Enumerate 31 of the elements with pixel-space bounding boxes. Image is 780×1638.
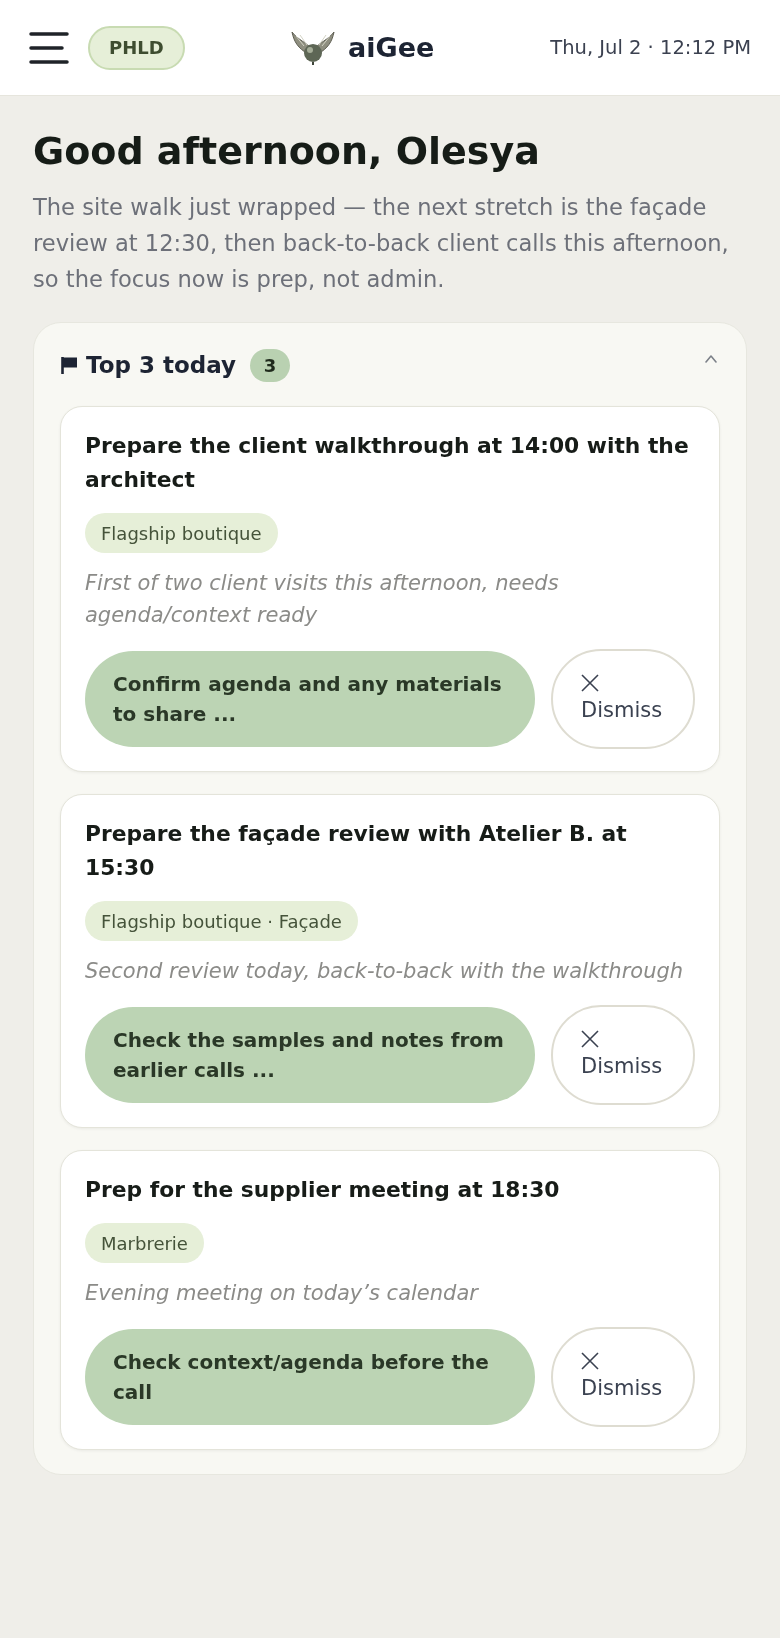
task-note: Second review today, back-to-back with the walkthrough bbox=[85, 958, 685, 985]
project-tag: Flagship boutique · Façade bbox=[85, 901, 358, 941]
action-button[interactable]: Check the samples and notes from earlier calls ... bbox=[85, 1007, 535, 1103]
count-badge: 3 bbox=[250, 348, 290, 382]
dismiss-button[interactable]: Dismiss bbox=[551, 649, 695, 749]
dismiss-button[interactable]: Dismiss bbox=[551, 1005, 695, 1105]
close-icon bbox=[581, 1352, 599, 1370]
action-button[interactable]: Confirm agenda and any materials to share ... bbox=[85, 651, 535, 747]
dismiss-button[interactable]: Dismiss bbox=[551, 1327, 695, 1427]
flag-icon bbox=[61, 355, 78, 375]
project-badge: PHLD bbox=[88, 25, 185, 70]
chevron-up-icon bbox=[705, 354, 717, 364]
action-button[interactable]: Check context/agenda before the call bbox=[85, 1329, 535, 1425]
close-icon bbox=[581, 1030, 599, 1048]
date-time: Thu, Jul 2 · 12:12 PM bbox=[550, 34, 751, 61]
brand-name: aiGee bbox=[348, 31, 435, 65]
collapse-toggle[interactable] bbox=[704, 354, 718, 366]
task-title: Prep for the supplier meeting at 18:30 bbox=[85, 1176, 561, 1204]
section-title: Top 3 today bbox=[86, 350, 236, 380]
task-note: First of two client visits this afternoon, needs agenda/context ready bbox=[85, 570, 560, 629]
greeting-title: Good afternoon, Olesya bbox=[33, 128, 541, 175]
menu-icon bbox=[29, 31, 69, 64]
task-title: Prepare the client walkthrough at 14:00 with the architect bbox=[85, 432, 690, 494]
greeting-summary: The site walk just wrapped — the next stretch is the façade review at 12:30, then back-to-back client calls this afternoon, so the focus now is prep, not admin. bbox=[33, 193, 730, 294]
task-note: Evening meeting on today’s calendar bbox=[85, 1280, 480, 1307]
menu-button[interactable] bbox=[29, 31, 69, 64]
project-tag: Flagship boutique bbox=[85, 513, 278, 553]
winged-orb-icon bbox=[290, 30, 336, 67]
project-tag: Marbrerie bbox=[85, 1223, 204, 1263]
task-title: Prepare the façade review with Atelier B. at 15:30 bbox=[85, 820, 628, 882]
close-icon bbox=[581, 674, 599, 692]
